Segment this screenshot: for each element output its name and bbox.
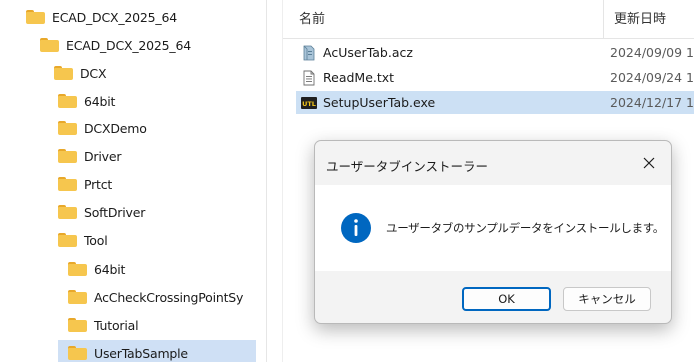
- tree-item-label: 64bit: [84, 93, 116, 109]
- file-name: ReadMe.txt: [323, 70, 395, 85]
- folder-icon: [68, 262, 87, 276]
- column-header-date[interactable]: 更新日時: [614, 8, 666, 27]
- tree-item-tutorial[interactable]: Tutorial: [68, 312, 139, 338]
- pane-divider[interactable]: [266, 0, 267, 362]
- folder-icon: [58, 94, 77, 108]
- file-list-header: 名前 更新日時: [283, 0, 694, 39]
- tree-item-label: DCXDemo: [84, 120, 147, 136]
- tree-item-label: UserTabSample: [94, 345, 188, 361]
- folder-icon: [68, 318, 87, 332]
- tree-item-tool-64bit[interactable]: 64bit: [68, 256, 125, 282]
- dialog-title: ユーザータブインストーラー: [326, 159, 489, 174]
- tree-item-label: DCX: [80, 65, 107, 81]
- tree-item-label: 64bit: [94, 261, 126, 277]
- folder-icon: [58, 121, 77, 135]
- folder-icon: [58, 205, 77, 219]
- archive-file-icon: [303, 45, 315, 60]
- tree-item-prtct[interactable]: Prtct: [58, 171, 112, 197]
- column-header-name[interactable]: 名前: [299, 8, 325, 27]
- close-button[interactable]: [635, 149, 663, 177]
- column-divider[interactable]: [603, 0, 604, 38]
- file-name: AcUserTab.acz: [323, 45, 413, 60]
- folder-icon: [58, 177, 77, 191]
- file-row-setupusertab[interactable]: UTL SetupUserTab.exe 2024/12/17 1: [296, 91, 694, 114]
- info-icon: [341, 213, 371, 243]
- installer-dialog: ユーザータブインストーラー ユーザータブのサンプルデータをインストールします。 …: [314, 140, 672, 324]
- folder-icon: [40, 38, 59, 52]
- folder-icon: [58, 149, 77, 163]
- folder-tree: ECAD_DCX_2025_64 ECAD_DCX_2025_64 DCX 64…: [0, 0, 266, 362]
- tree-item-driver[interactable]: Driver: [58, 143, 121, 169]
- file-date: 2024/09/24 1: [610, 70, 694, 85]
- file-date: 2024/12/17 1: [610, 95, 694, 110]
- tree-item-label: Prtct: [84, 176, 113, 192]
- file-row-acusertab[interactable]: AcUserTab.acz 2024/09/09 1: [296, 41, 694, 64]
- folder-icon: [26, 10, 45, 24]
- scrollbar-track: [282, 0, 283, 362]
- ok-button[interactable]: OK: [462, 287, 551, 311]
- dialog-body: ユーザータブのサンプルデータをインストールします。: [315, 185, 671, 271]
- tree-item-accheckcrossingpoint[interactable]: AcCheckCrossingPointSy: [68, 284, 243, 310]
- tree-item-dcx[interactable]: DCX: [54, 60, 107, 86]
- folder-icon: [68, 346, 87, 360]
- tree-item-tool[interactable]: Tool: [58, 227, 108, 253]
- tree-item-ecad-sub[interactable]: ECAD_DCX_2025_64: [40, 32, 191, 58]
- folder-icon: [58, 233, 77, 247]
- tree-item-label: ECAD_DCX_2025_64: [52, 9, 177, 25]
- close-icon: [643, 157, 655, 169]
- tree-item-label: ECAD_DCX_2025_64: [66, 37, 191, 53]
- tree-item-dcxdemo[interactable]: DCXDemo: [58, 115, 147, 141]
- tree-item-ecad-root[interactable]: ECAD_DCX_2025_64: [26, 4, 177, 30]
- utl-exe-icon: UTL: [301, 96, 317, 109]
- dialog-message: ユーザータブのサンプルデータをインストールします。: [386, 221, 665, 235]
- file-date: 2024/09/09 1: [610, 45, 694, 60]
- tree-item-64bit[interactable]: 64bit: [58, 88, 115, 114]
- tree-item-softdriver[interactable]: SoftDriver: [58, 199, 145, 225]
- file-name: SetupUserTab.exe: [323, 95, 436, 110]
- tree-item-label: Tool: [84, 232, 108, 248]
- folder-icon: [54, 66, 73, 80]
- svg-text:UTL: UTL: [302, 100, 316, 108]
- file-row-readme[interactable]: ReadMe.txt 2024/09/24 1: [296, 66, 694, 89]
- tree-item-label: Driver: [84, 148, 122, 164]
- tree-item-usertabsample[interactable]: UserTabSample: [58, 340, 256, 362]
- tree-item-label: SoftDriver: [84, 204, 146, 220]
- cancel-button[interactable]: キャンセル: [563, 287, 651, 311]
- text-file-icon: [303, 70, 315, 85]
- tree-item-label: Tutorial: [94, 317, 139, 333]
- folder-icon: [68, 290, 87, 304]
- tree-item-label: AcCheckCrossingPointSy: [94, 289, 244, 305]
